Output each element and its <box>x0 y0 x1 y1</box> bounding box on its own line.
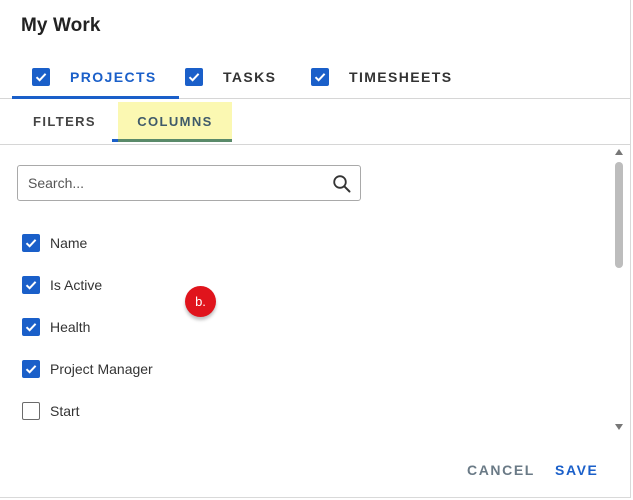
column-checkbox[interactable] <box>22 402 40 420</box>
column-label: Health <box>50 319 91 335</box>
annotation-badge: b. <box>185 286 216 317</box>
column-checkbox[interactable] <box>22 318 40 336</box>
column-checkbox[interactable] <box>22 360 40 378</box>
tab-tasks-label: TASKS <box>223 69 277 85</box>
top-tabs: PROJECTS TASKS TIMESHEETS <box>0 56 630 99</box>
column-label: Name <box>50 235 88 251</box>
column-item-project-manager[interactable]: Project Manager <box>22 358 153 380</box>
scroll-up-arrow-icon[interactable] <box>615 149 623 155</box>
scrollbar-thumb[interactable] <box>615 162 623 268</box>
projects-checkbox[interactable] <box>32 68 50 86</box>
cancel-button[interactable]: CANCEL <box>467 462 535 478</box>
tab-timesheets-label: TIMESHEETS <box>349 69 453 85</box>
timesheets-checkbox[interactable] <box>311 68 329 86</box>
column-item-health[interactable]: Health <box>22 316 90 338</box>
panel-title: My Work <box>21 15 101 36</box>
save-button[interactable]: SAVE <box>555 462 599 478</box>
sub-tabs: FILTERS COLUMNS <box>0 99 630 145</box>
checkmark-icon <box>25 239 37 248</box>
column-search-box <box>17 165 361 201</box>
highlight-underline <box>118 139 232 142</box>
checkmark-icon <box>25 281 37 290</box>
tab-columns[interactable]: COLUMNS <box>118 102 232 140</box>
column-checkbox[interactable] <box>22 276 40 294</box>
tasks-checkbox[interactable] <box>185 68 203 86</box>
tab-tasks[interactable]: TASKS <box>185 56 276 98</box>
tab-projects-label: PROJECTS <box>70 69 157 85</box>
tab-timesheets[interactable]: TIMESHEETS <box>311 56 452 98</box>
checkmark-icon <box>25 323 37 332</box>
tab-filters[interactable]: FILTERS <box>33 99 96 143</box>
search-input[interactable] <box>26 174 320 192</box>
column-item-is-active[interactable]: Is Active <box>22 274 102 296</box>
checkmark-icon <box>188 73 200 82</box>
column-label: Project Manager <box>50 361 153 377</box>
my-work-panel: My Work PROJECTS TASKS TIMESHEETS FILTER… <box>0 0 631 498</box>
column-label: Is Active <box>50 277 103 293</box>
column-item-name[interactable]: Name <box>22 232 87 254</box>
checkmark-icon <box>314 73 326 82</box>
tab-projects[interactable]: PROJECTS <box>12 56 179 99</box>
search-icon[interactable] <box>332 174 352 194</box>
checkmark-icon <box>35 73 47 82</box>
checkmark-icon <box>25 365 37 374</box>
column-checkbox[interactable] <box>22 234 40 252</box>
column-label: Start <box>50 403 80 419</box>
column-item-start[interactable]: Start <box>22 400 80 422</box>
scroll-down-arrow-icon[interactable] <box>615 424 623 430</box>
